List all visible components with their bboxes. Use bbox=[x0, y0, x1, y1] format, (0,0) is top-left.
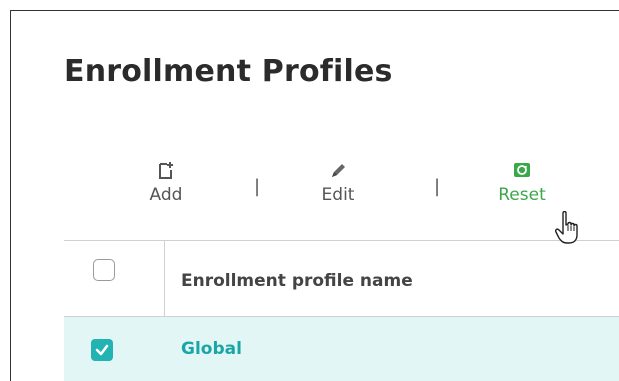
table-row[interactable]: Global bbox=[64, 317, 619, 381]
reset-label: Reset bbox=[498, 185, 546, 205]
profiles-table: Enrollment profile name Global bbox=[64, 240, 619, 381]
reset-button[interactable]: Reset bbox=[487, 161, 557, 205]
page-title: Enrollment Profiles bbox=[64, 54, 393, 89]
add-label: Add bbox=[149, 185, 183, 205]
pencil-icon bbox=[303, 161, 373, 181]
select-all-checkbox[interactable] bbox=[93, 259, 115, 281]
toolbar-separator: | bbox=[254, 176, 261, 197]
table-header: Enrollment profile name bbox=[64, 240, 619, 317]
add-document-icon bbox=[131, 161, 201, 181]
edit-button[interactable]: Edit bbox=[303, 161, 373, 205]
hand-pointer-icon bbox=[555, 210, 583, 249]
reset-icon bbox=[487, 161, 557, 181]
app-frame: Enrollment Profiles Add | Edit | Reset E… bbox=[10, 10, 619, 381]
column-header-name[interactable]: Enrollment profile name bbox=[181, 271, 413, 291]
edit-label: Edit bbox=[321, 185, 355, 205]
row-checkbox[interactable] bbox=[91, 339, 113, 361]
select-column bbox=[64, 241, 165, 316]
add-button[interactable]: Add bbox=[131, 161, 201, 205]
toolbar-separator: | bbox=[434, 176, 441, 197]
profile-name-cell[interactable]: Global bbox=[181, 339, 242, 359]
checkmark-icon bbox=[95, 344, 109, 356]
